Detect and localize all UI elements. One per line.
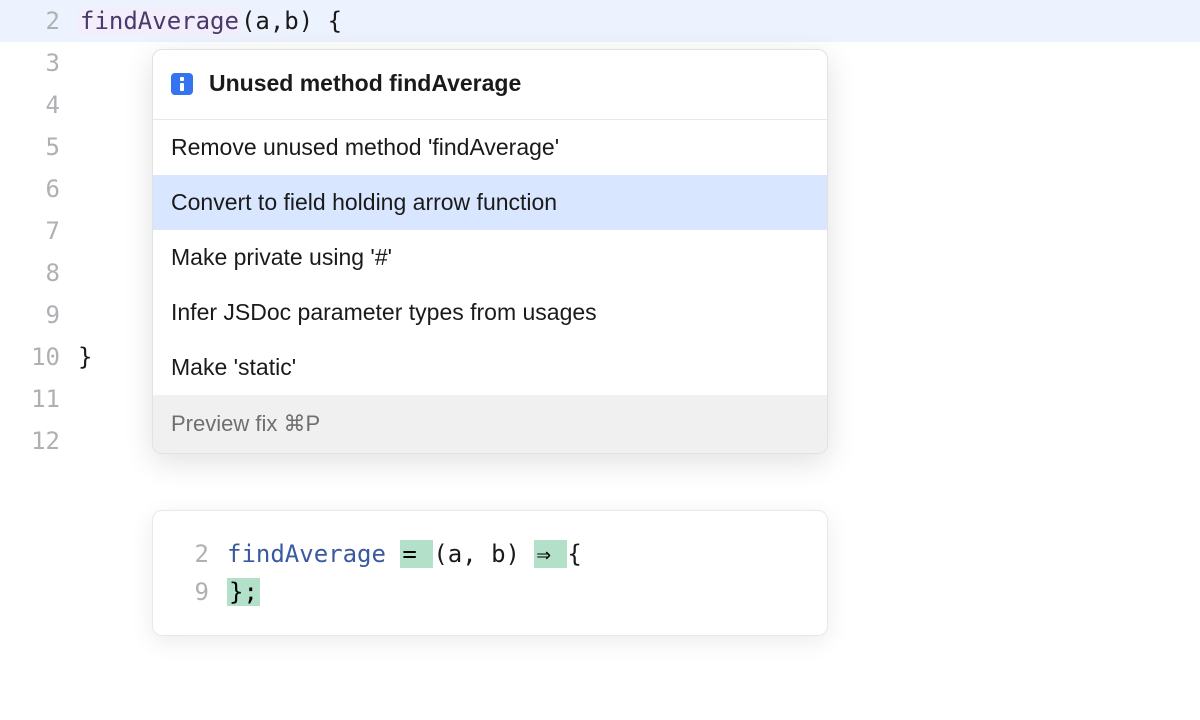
popup-footer[interactable]: Preview fix ⌘P	[153, 395, 827, 453]
diff-preview-panel: 2 findAverage = (a, b) ⇒ { 9 };	[152, 510, 828, 636]
line-number: 5	[0, 133, 78, 161]
diff-added: };	[227, 578, 260, 606]
preview-params: (a, b)	[433, 540, 534, 568]
action-remove-unused[interactable]: Remove unused method 'findAverage'	[153, 120, 827, 175]
intention-actions-popup: Unused method findAverage Remove unused …	[152, 49, 828, 454]
code-content: findAverage(a,b) {	[78, 7, 342, 35]
line-number: 7	[0, 217, 78, 245]
line-number: 9	[0, 301, 78, 329]
info-icon	[171, 73, 193, 95]
line-number: 8	[0, 259, 78, 287]
diff-added: =	[400, 540, 433, 568]
action-infer-jsdoc[interactable]: Infer JSDoc parameter types from usages	[153, 285, 827, 340]
diff-added: ⇒	[534, 540, 567, 568]
preview-brace: {	[567, 540, 581, 568]
popup-title: Unused method findAverage	[209, 70, 521, 97]
space	[386, 540, 400, 568]
line-number: 11	[0, 385, 78, 413]
line-number: 12	[0, 427, 78, 455]
line-number: 2	[0, 7, 78, 35]
line-number: 3	[0, 49, 78, 77]
preview-identifier: findAverage	[227, 540, 386, 568]
code-content: }	[78, 343, 92, 371]
line-number: 6	[0, 175, 78, 203]
action-make-private[interactable]: Make private using '#'	[153, 230, 827, 285]
code-line[interactable]: 2 findAverage(a,b) {	[0, 0, 1200, 42]
action-make-static[interactable]: Make 'static'	[153, 340, 827, 395]
method-identifier: findAverage	[78, 7, 241, 35]
preview-code: };	[227, 578, 260, 606]
preview-line-number: 9	[167, 578, 227, 606]
closing-brace: }	[78, 343, 92, 371]
line-number: 4	[0, 91, 78, 119]
preview-line: 9 };	[167, 573, 813, 611]
popup-header: Unused method findAverage	[153, 50, 827, 120]
preview-line: 2 findAverage = (a, b) ⇒ {	[167, 535, 813, 573]
preview-code: findAverage = (a, b) ⇒ {	[227, 540, 582, 568]
action-convert-to-arrow[interactable]: Convert to field holding arrow function	[153, 175, 827, 230]
preview-line-number: 2	[167, 540, 227, 568]
method-params: (a,b) {	[241, 7, 342, 35]
line-number: 10	[0, 343, 78, 371]
